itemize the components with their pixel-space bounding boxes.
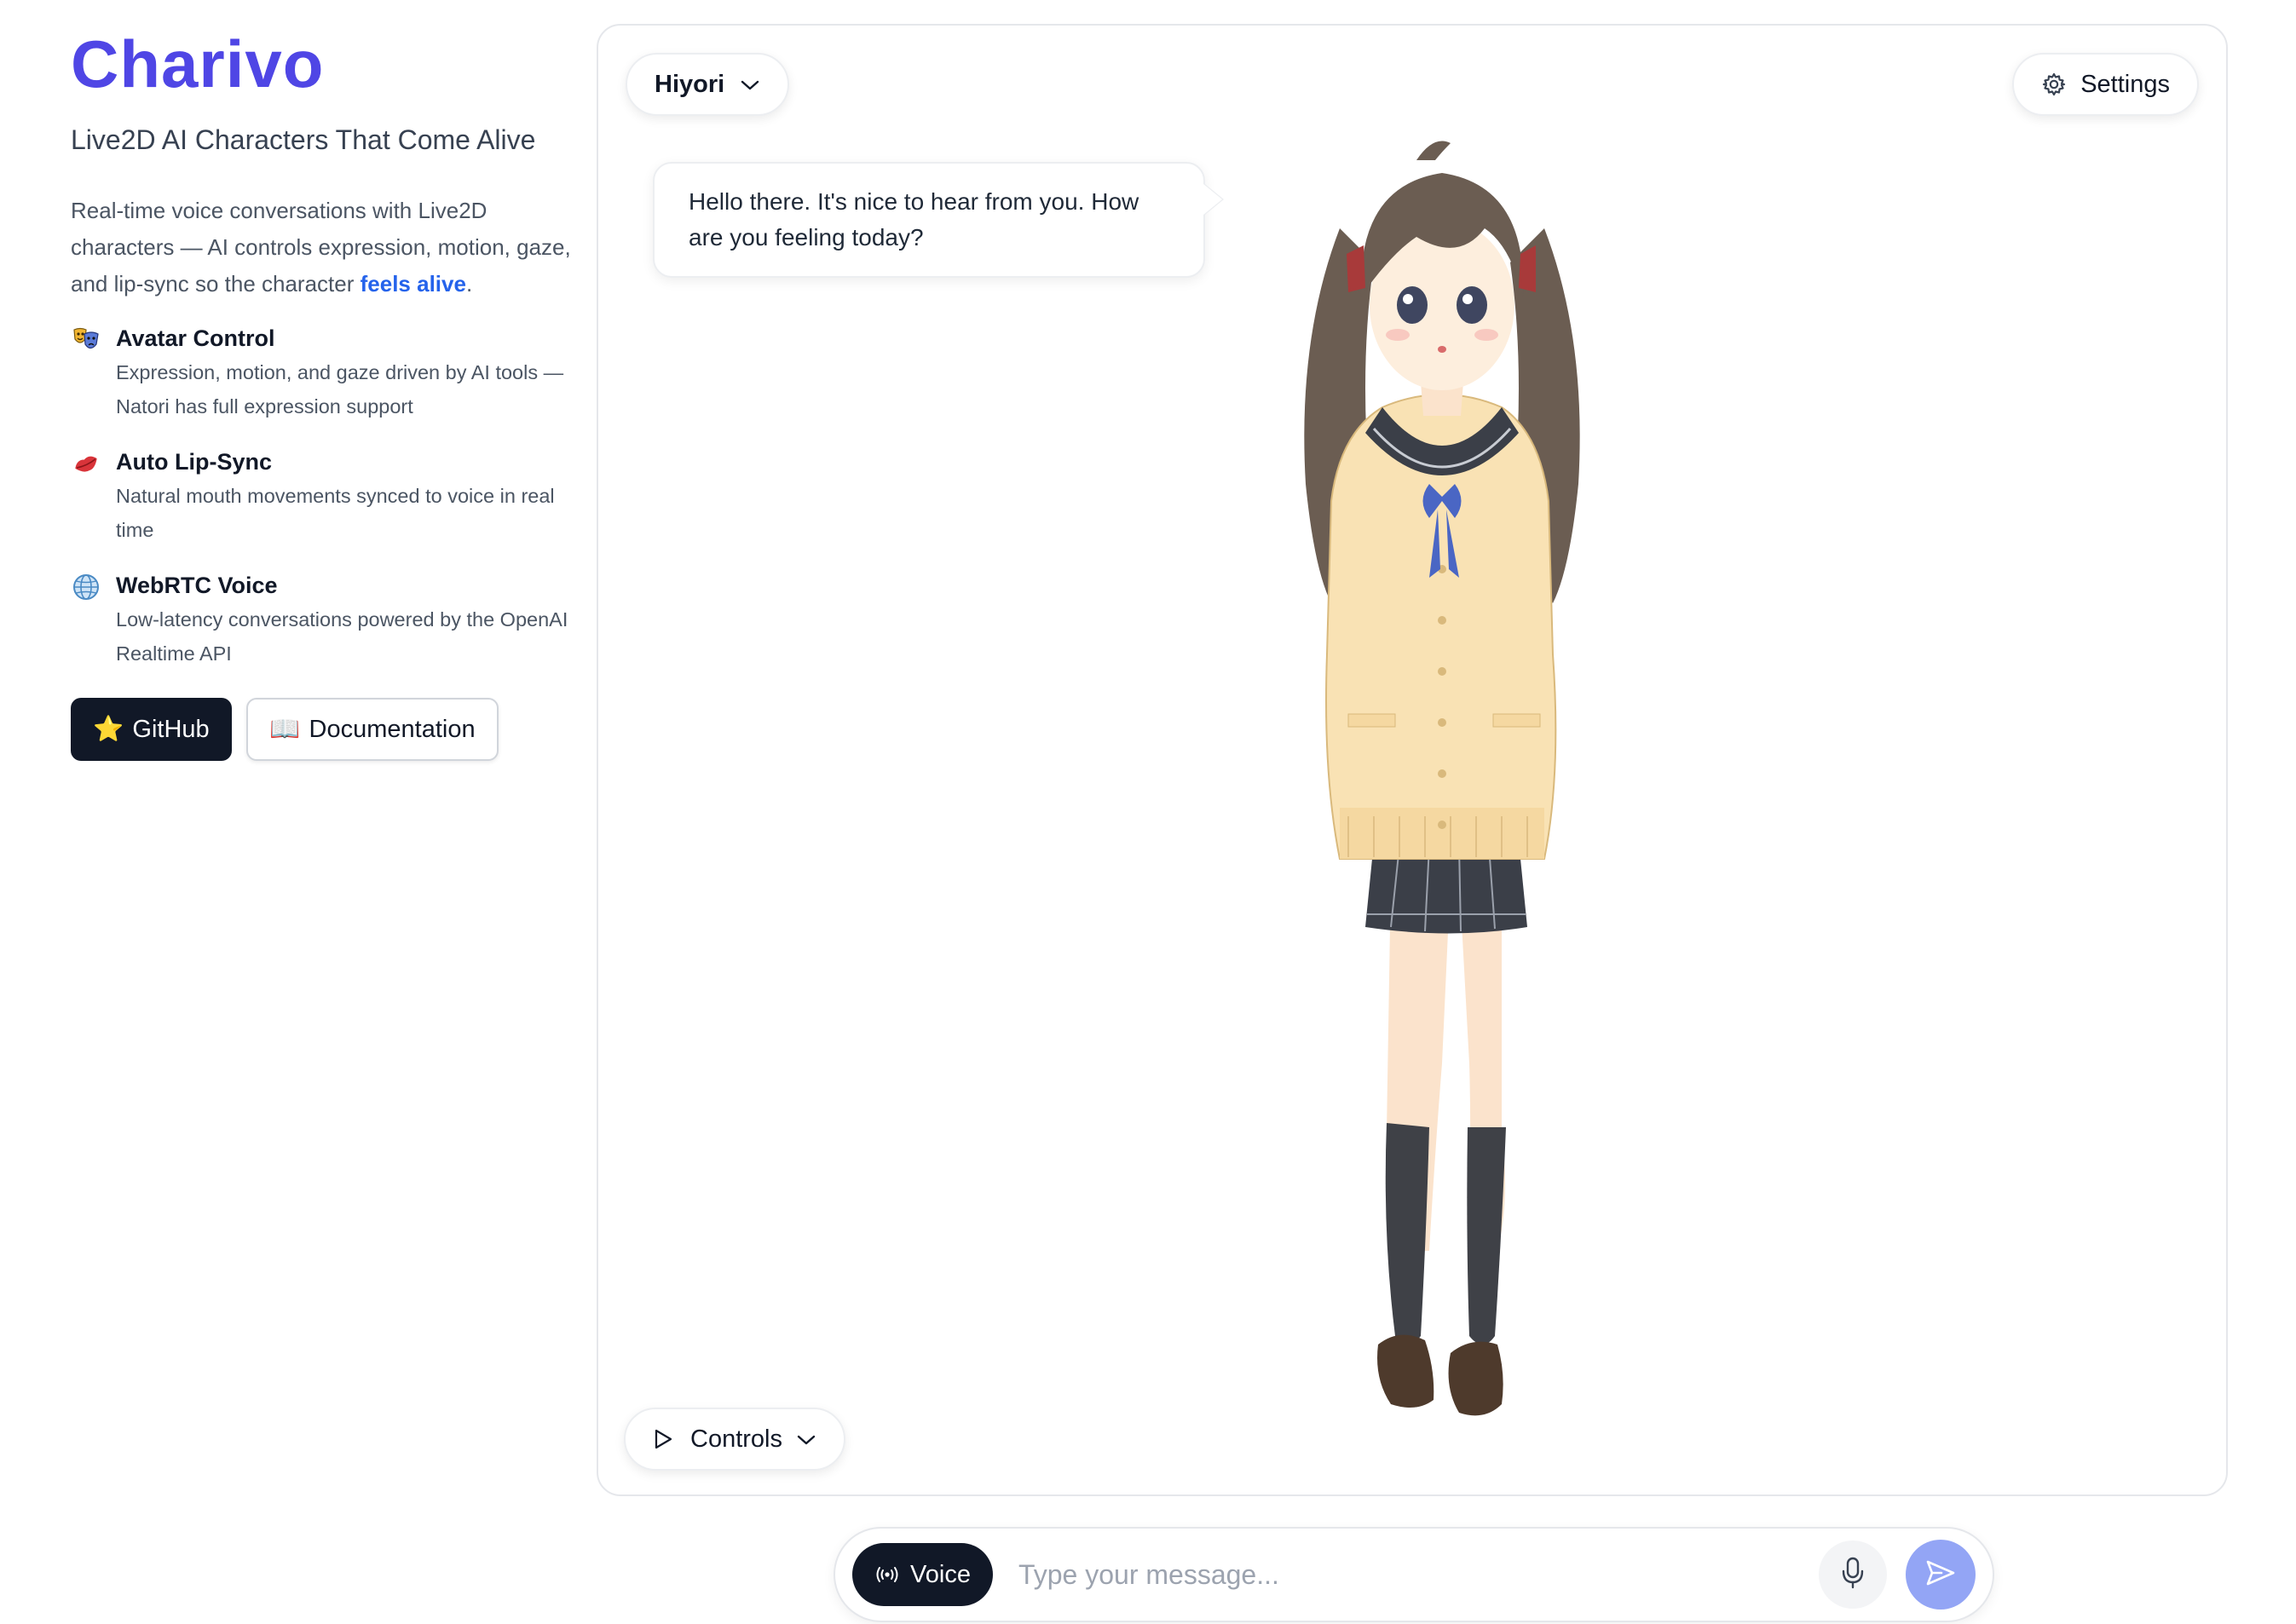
live2d-character[interactable]	[1246, 126, 1638, 1489]
lips-icon	[71, 448, 101, 479]
voice-button[interactable]: Voice	[852, 1543, 993, 1606]
broadcast-icon	[874, 1564, 900, 1585]
intro-text: Real-time voice conversations with Live2…	[71, 198, 571, 297]
theater-masks-icon	[71, 325, 101, 355]
tagline: Live2D AI Characters That Come Alive	[71, 124, 536, 155]
intro-highlight: feels alive	[360, 271, 466, 297]
speech-bubble-text: Hello there. It's nice to hear from you.…	[689, 188, 1139, 251]
speech-bubble-tail	[1203, 184, 1222, 215]
controls-label: Controls	[690, 1425, 782, 1453]
settings-label: Settings	[2080, 70, 2170, 98]
chevron-down-icon	[740, 71, 760, 99]
chevron-down-icon	[796, 1425, 816, 1454]
sidebar: Charivo Live2D AI Characters That Come A…	[71, 26, 574, 761]
message-input[interactable]	[1018, 1558, 1819, 1591]
brand-title: Charivo	[71, 26, 325, 101]
controls-button[interactable]: Controls	[624, 1408, 845, 1471]
microphone-icon	[1840, 1556, 1866, 1594]
feature-desc: Expression, motion, and gaze driven by A…	[116, 361, 564, 418]
intro-suffix: .	[465, 271, 473, 297]
documentation-label: Documentation	[309, 715, 476, 743]
play-icon	[653, 1428, 673, 1450]
settings-button[interactable]: Settings	[2012, 53, 2199, 116]
book-icon: 📖	[269, 716, 301, 743]
feature-title: Avatar Control	[116, 325, 275, 351]
feature-title: Auto Lip-Sync	[116, 449, 272, 475]
gear-icon	[2041, 72, 2067, 97]
send-button[interactable]	[1906, 1540, 1976, 1610]
star-icon: ⭐	[93, 716, 124, 743]
github-button[interactable]: ⭐ GitHub	[71, 698, 232, 761]
intro-paragraph: Real-time voice conversations with Live2…	[71, 193, 574, 302]
feature-webrtc-voice: WebRTC Voice Low-latency conversations p…	[71, 568, 574, 671]
feature-list: Avatar Control Expression, motion, and g…	[71, 321, 574, 671]
feature-avatar-control: Avatar Control Expression, motion, and g…	[71, 321, 574, 423]
send-icon	[1924, 1557, 1957, 1593]
feature-title: WebRTC Voice	[116, 573, 278, 598]
feature-lip-sync: Auto Lip-Sync Natural mouth movements sy…	[71, 445, 574, 547]
character-name: Hiyori	[655, 70, 725, 98]
character-stage: Hiyori Settings Hello there. It's nice t…	[597, 24, 2228, 1496]
character-select[interactable]: Hiyori	[626, 53, 790, 116]
feature-desc: Low-latency conversations powered by the…	[116, 608, 568, 665]
globe-icon	[71, 572, 101, 602]
microphone-button[interactable]	[1819, 1540, 1887, 1609]
github-label: GitHub	[132, 715, 210, 743]
chat-input-bar: Voice	[834, 1527, 1994, 1622]
voice-label: Voice	[910, 1560, 971, 1588]
link-buttons: ⭐ GitHub 📖 Documentation	[71, 698, 574, 761]
speech-bubble: Hello there. It's nice to hear from you.…	[653, 162, 1222, 278]
feature-desc: Natural mouth movements synced to voice …	[116, 485, 555, 541]
documentation-button[interactable]: 📖 Documentation	[246, 698, 499, 761]
